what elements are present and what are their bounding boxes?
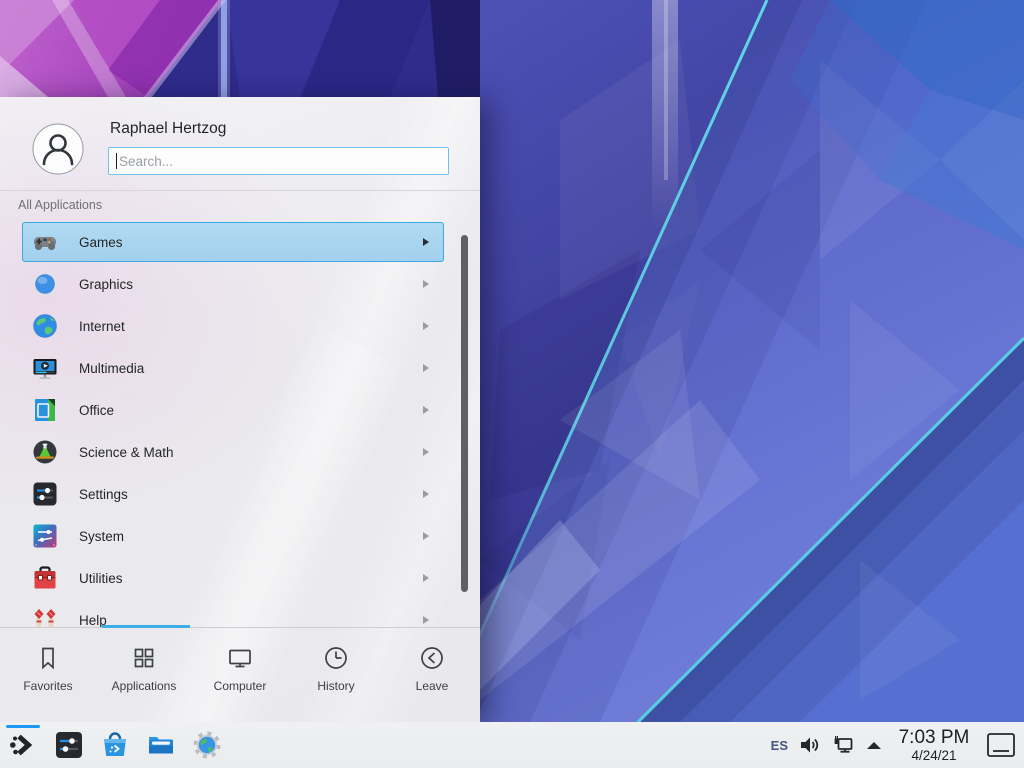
text-caret [116, 153, 117, 169]
digital-clock[interactable]: 7:03 PM 4/24/21 [892, 728, 976, 763]
submenu-arrow-icon [422, 363, 430, 373]
monitor-icon [226, 644, 254, 672]
desktop: Raphael Hertzog All Applications [0, 0, 1024, 768]
tab-label: Applications [112, 679, 177, 693]
web-browser-button[interactable] [192, 730, 222, 760]
category-multimedia[interactable]: Multimedia [22, 348, 444, 388]
submenu-arrow-icon [422, 531, 430, 541]
help-icon [32, 607, 58, 627]
keyboard-layout-indicator[interactable]: ES [771, 738, 788, 753]
submenu-arrow-icon [422, 447, 430, 457]
grid-icon [130, 644, 158, 672]
submenu-arrow-icon [422, 489, 430, 499]
expand-tray-icon[interactable] [866, 740, 882, 750]
search-input[interactable] [108, 147, 449, 175]
science-icon [32, 439, 58, 465]
games-icon [32, 229, 58, 255]
category-office[interactable]: Office [22, 390, 444, 430]
system-tray: ES 7:03 PM 4/24/21 [771, 722, 1024, 768]
category-label: Settings [79, 487, 128, 502]
category-graphics[interactable]: Graphics [22, 264, 444, 304]
category-games[interactable]: Games [22, 222, 444, 262]
submenu-arrow-icon [422, 321, 430, 331]
active-tab-indicator [102, 625, 190, 628]
submenu-arrow-icon [422, 573, 430, 583]
clock-date: 4/24/21 [892, 748, 976, 763]
tab-label: Leave [416, 679, 449, 693]
category-internet[interactable]: Internet [22, 306, 444, 346]
application-launcher-menu: Raphael Hertzog All Applications [0, 97, 480, 722]
category-label: System [79, 529, 124, 544]
graphics-icon [32, 271, 58, 297]
leave-circle-icon [418, 644, 446, 672]
settings-icon [32, 481, 58, 507]
discover-button[interactable] [100, 730, 130, 760]
launcher-active-indicator [6, 725, 40, 728]
category-settings[interactable]: Settings [22, 474, 444, 514]
office-icon [32, 397, 58, 423]
search-box [108, 147, 449, 175]
taskbar-panel: ES 7:03 PM 4/24/21 [0, 722, 1024, 768]
scrollbar[interactable] [461, 235, 468, 592]
category-label: Internet [79, 319, 125, 334]
header-separator [0, 190, 480, 191]
launcher-tabbar: Favorites Applications Computer [0, 628, 480, 722]
file-manager-button[interactable] [146, 730, 176, 760]
category-label: Multimedia [79, 361, 144, 376]
tab-label: History [317, 679, 354, 693]
section-label: All Applications [18, 198, 102, 212]
bookmark-icon [34, 644, 62, 672]
category-help[interactable]: Help [22, 600, 444, 627]
submenu-arrow-icon [422, 405, 430, 415]
tab-label: Favorites [23, 679, 72, 693]
category-label: Utilities [79, 571, 123, 586]
tab-leave[interactable]: Leave [384, 628, 480, 722]
tab-favorites[interactable]: Favorites [0, 628, 96, 722]
category-label: Science & Math [79, 445, 174, 460]
volume-icon[interactable] [798, 733, 822, 757]
category-science-math[interactable]: Science & Math [22, 432, 444, 472]
launcher-header: Raphael Hertzog [0, 97, 480, 190]
submenu-arrow-icon [422, 279, 430, 289]
tab-label: Computer [214, 679, 267, 693]
clock-time: 7:03 PM [892, 728, 976, 748]
application-launcher-button[interactable] [8, 730, 38, 760]
system-settings-button[interactable] [54, 730, 84, 760]
tab-history[interactable]: History [288, 628, 384, 722]
user-name: Raphael Hertzog [110, 120, 226, 138]
category-list: Games Graphics [0, 222, 480, 627]
category-label: Games [79, 235, 123, 250]
utilities-icon [32, 565, 58, 591]
tab-applications[interactable]: Applications [96, 628, 192, 722]
submenu-arrow-icon [422, 615, 430, 625]
multimedia-icon [32, 355, 58, 381]
user-avatar[interactable] [32, 123, 84, 175]
category-utilities[interactable]: Utilities [22, 558, 444, 598]
network-icon[interactable] [832, 733, 856, 757]
tab-computer[interactable]: Computer [192, 628, 288, 722]
submenu-arrow-icon [422, 237, 430, 247]
category-label: Office [79, 403, 114, 418]
system-icon [32, 523, 58, 549]
internet-icon [32, 313, 58, 339]
show-desktop-button[interactable] [986, 731, 1016, 759]
clock-icon [322, 644, 350, 672]
category-label: Graphics [79, 277, 133, 292]
category-system[interactable]: System [22, 516, 444, 556]
